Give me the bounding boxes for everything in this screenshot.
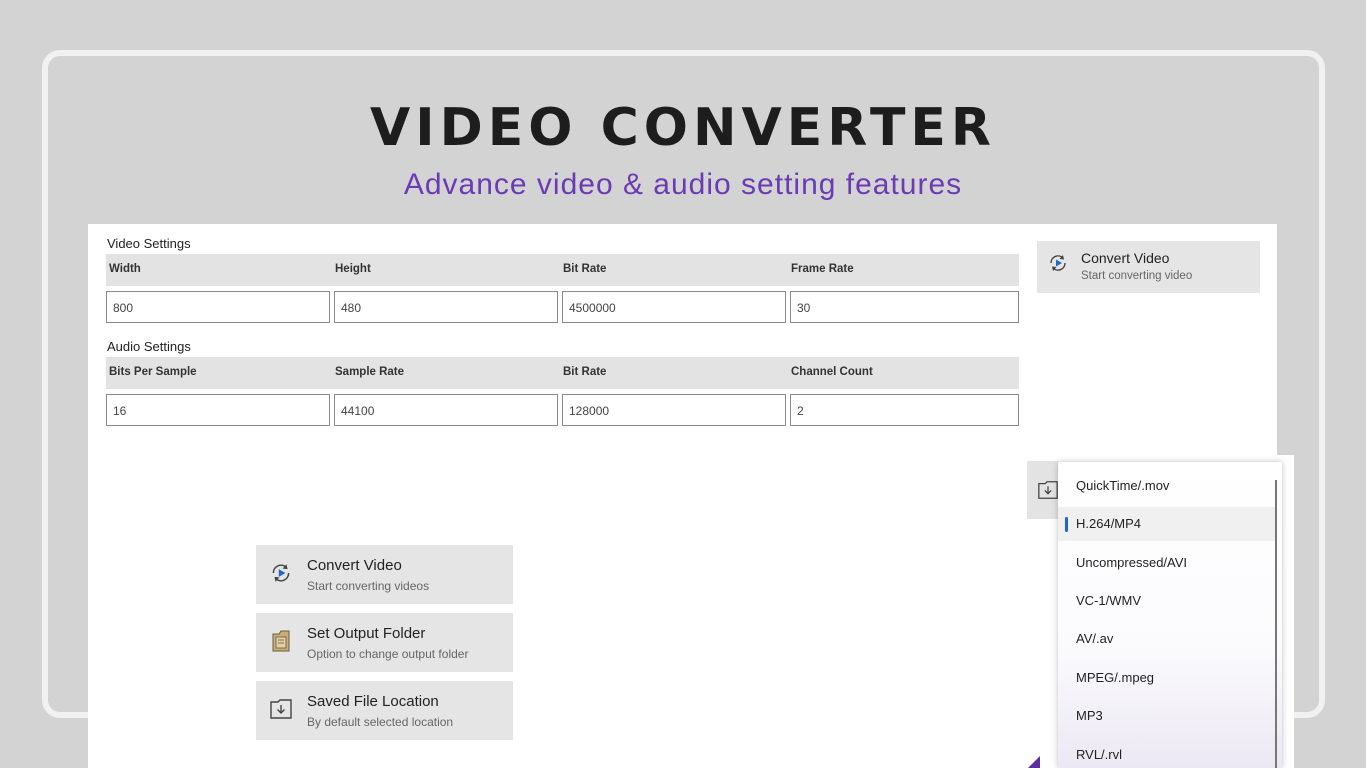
channel-count-input[interactable]: 2 xyxy=(790,394,1019,426)
sample-rate-input[interactable]: 44100 xyxy=(334,394,558,426)
format-option-mpeg[interactable]: MPEG/.mpeg xyxy=(1058,661,1276,695)
width-input[interactable]: 800 xyxy=(106,291,330,323)
set-output-folder-subtitle: Option to change output folder xyxy=(307,647,469,661)
set-output-folder-button[interactable]: Set Output Folder Option to change outpu… xyxy=(256,613,513,672)
saved-file-location-subtitle: By default selected location xyxy=(307,715,454,729)
format-option-mp3[interactable]: MP3 xyxy=(1058,699,1276,733)
video-bit-rate-input[interactable]: 4500000 xyxy=(562,291,786,323)
convert-icon xyxy=(1047,252,1069,279)
col-height: Height xyxy=(335,263,371,275)
format-selector-button[interactable] xyxy=(1027,461,1059,519)
audio-settings-label: Audio Settings xyxy=(107,339,191,354)
video-settings-label: Video Settings xyxy=(107,236,191,251)
frame-rate-input[interactable]: 30 xyxy=(790,291,1019,323)
page-title: VIDEO CONVERTER xyxy=(370,98,996,158)
selection-indicator xyxy=(1065,517,1068,532)
panel-convert-title: Convert Video xyxy=(1081,250,1170,266)
format-option-wmv[interactable]: VC-1/WMV xyxy=(1058,584,1276,618)
page-subtitle: Advance video & audio setting features xyxy=(403,168,963,201)
col-frame-rate: Frame Rate xyxy=(791,263,854,275)
col-sample-rate: Sample Rate xyxy=(335,366,405,378)
col-bits-per-sample: Bits Per Sample xyxy=(109,366,197,378)
download-folder-icon xyxy=(1037,479,1059,506)
format-option-quicktime[interactable]: QuickTime/.mov xyxy=(1058,469,1276,503)
convert-video-title: Convert Video xyxy=(307,557,402,574)
saved-file-location-title: Saved File Location xyxy=(307,693,439,710)
bits-per-sample-input[interactable]: 16 xyxy=(106,394,330,426)
convert-video-button[interactable]: Convert Video Start converting videos xyxy=(256,545,513,604)
audio-settings-header-row: Bits Per Sample Sample Rate Bit Rate Cha… xyxy=(106,357,1019,389)
format-option-label: H.264/MP4 xyxy=(1076,516,1142,531)
col-audio-bit-rate: Bit Rate xyxy=(563,366,607,378)
saved-file-location-button[interactable]: Saved File Location By default selected … xyxy=(256,681,513,740)
format-option-avi[interactable]: Uncompressed/AVI xyxy=(1058,546,1276,580)
convert-icon xyxy=(269,561,293,590)
col-video-bit-rate: Bit Rate xyxy=(563,263,607,275)
video-settings-header-row: Width Height Bit Rate Frame Rate xyxy=(106,254,1019,286)
height-input[interactable]: 480 xyxy=(334,291,558,323)
audio-bit-rate-input[interactable]: 128000 xyxy=(562,394,786,426)
panel-convert-video-button[interactable]: Convert Video Start converting video xyxy=(1037,241,1260,293)
format-option-rvl[interactable]: RVL/.rvl xyxy=(1058,738,1276,768)
corner-accent xyxy=(1028,756,1040,768)
col-channel-count: Channel Count xyxy=(791,366,873,378)
dropdown-scrollbar[interactable] xyxy=(1275,480,1277,768)
set-output-folder-title: Set Output Folder xyxy=(307,625,426,642)
folder-icon xyxy=(270,629,292,658)
col-width: Width xyxy=(109,263,141,275)
format-option-av[interactable]: AV/.av xyxy=(1058,622,1276,656)
format-option-h264-mp4[interactable]: H.264/MP4 xyxy=(1058,507,1276,541)
convert-video-subtitle: Start converting videos xyxy=(307,579,430,593)
download-folder-icon xyxy=(269,697,293,726)
format-dropdown[interactable]: QuickTime/.mov H.264/MP4 Uncompressed/AV… xyxy=(1058,462,1282,768)
panel-convert-subtitle: Start converting video xyxy=(1081,270,1193,282)
